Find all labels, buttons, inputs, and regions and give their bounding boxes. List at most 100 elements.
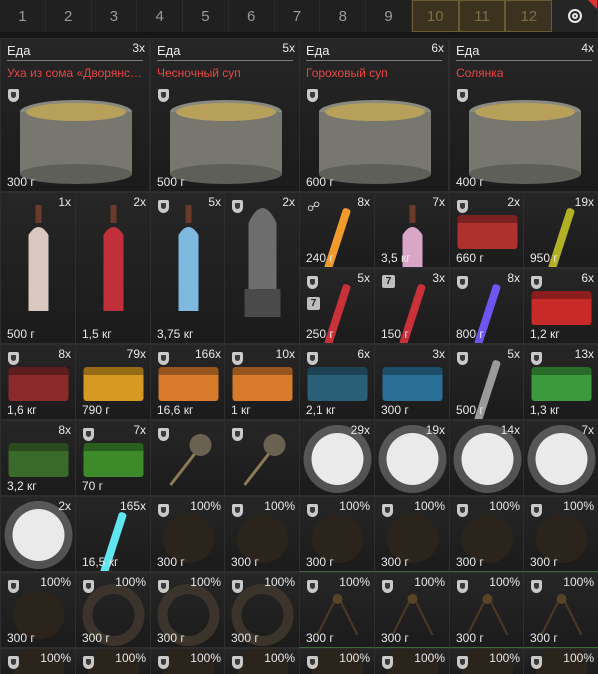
item-weight: 16,5 кг: [82, 555, 119, 569]
inventory-slot[interactable]: 100%: [523, 648, 598, 674]
inventory-slot[interactable]: 165x 16,5 кг: [75, 496, 151, 572]
hotbar-tab-11[interactable]: 11: [458, 0, 506, 32]
inventory-slot[interactable]: 14x: [449, 420, 525, 496]
inventory-slot[interactable]: 100% 300 г: [299, 496, 375, 572]
item-name: Солянка: [456, 66, 504, 80]
item-count: 100%: [414, 651, 445, 665]
shield-icon: [382, 580, 393, 593]
hotbar-tab-6[interactable]: 6: [229, 0, 275, 32]
inventory-slot[interactable]: 5x 3,75 кг: [150, 192, 226, 344]
item-count: 2x: [133, 195, 146, 209]
item-count: 13x: [574, 347, 594, 361]
inventory-slot[interactable]: 8x 800 г: [449, 268, 525, 344]
inventory-slot[interactable]: 100% 300 г: [224, 496, 300, 572]
inventory-slot[interactable]: 100% 300 г: [374, 572, 450, 648]
inventory-slot[interactable]: 8x 1,6 кг: [0, 344, 76, 420]
hotbar-tab-12[interactable]: 12: [505, 0, 553, 32]
hotbar-tabs: 1 2 3 4 5 6 7 8 9 10 11 12: [0, 0, 598, 32]
inventory-slot[interactable]: 1x 500 г: [0, 192, 76, 344]
inventory-slot[interactable]: 7 3x 150 г: [374, 268, 450, 344]
item-count: 79x: [126, 347, 146, 361]
inventory-slot[interactable]: [224, 420, 300, 496]
inventory-slot[interactable]: 100%: [374, 648, 450, 674]
inventory-slot[interactable]: 19x 950 г: [523, 192, 598, 268]
inventory-slot[interactable]: 100% 300 г: [523, 496, 598, 572]
inventory-slot[interactable]: 2x: [0, 496, 76, 572]
hotbar-tab-5[interactable]: 5: [183, 0, 229, 32]
item-count: 100%: [339, 499, 370, 513]
item-weight: 790 г: [82, 403, 110, 417]
hotbar-tab-1[interactable]: 1: [0, 0, 46, 32]
hotbar-tab-9[interactable]: 9: [366, 0, 412, 32]
inventory-slot[interactable]: 100% 300 г: [374, 496, 450, 572]
inventory-slot[interactable]: 100%: [299, 648, 375, 674]
shield-icon: [158, 580, 169, 593]
inventory-slot[interactable]: ☍ 8x 240 г: [299, 192, 375, 268]
inventory-slot[interactable]: 100% 300 г: [75, 572, 151, 648]
inventory-slot[interactable]: 100%: [224, 648, 300, 674]
inventory-slot[interactable]: 10x 1 кг: [224, 344, 300, 420]
item-count: 14x: [500, 423, 520, 437]
item-name: Чесночный суп: [157, 66, 241, 80]
shield-icon: [8, 580, 19, 593]
inventory-slot[interactable]: 8x 3,2 кг: [0, 420, 76, 496]
inventory-slot[interactable]: 2x 1,5 кг: [75, 192, 151, 344]
hotbar-tab-4[interactable]: 4: [137, 0, 184, 32]
inventory-slot[interactable]: 19x: [374, 420, 450, 496]
food-slot[interactable]: Еда 5x Чесночный суп 500 г: [150, 38, 300, 192]
item-count: 100%: [190, 575, 221, 589]
item-count: 100%: [563, 575, 594, 589]
food-slot[interactable]: Еда 3x Уха из сома «Дворянская» 300 г: [0, 38, 150, 192]
inventory-slot[interactable]: 100% 300 г: [150, 572, 226, 648]
item-count: 100%: [115, 651, 146, 665]
hotbar-tab-3[interactable]: 3: [92, 0, 138, 32]
shield-icon: [232, 352, 243, 365]
shield-icon: [382, 504, 393, 517]
inventory-slot[interactable]: 100%: [75, 648, 151, 674]
item-count: 100%: [40, 575, 71, 589]
inventory-slot[interactable]: 2x: [224, 192, 300, 344]
inventory-slot[interactable]: [150, 420, 226, 496]
item-count: 100%: [563, 651, 594, 665]
inventory-slot[interactable]: 7x: [523, 420, 598, 496]
hotbar-tab-2[interactable]: 2: [46, 0, 92, 32]
inventory-slot[interactable]: 166x 16,6 кг: [150, 344, 226, 420]
inventory-slot[interactable]: 100% 300 г: [523, 572, 598, 648]
item-count: 7x: [432, 195, 445, 209]
hotbar-tab-10[interactable]: 10: [411, 0, 459, 32]
inventory-slot[interactable]: 2x 660 г: [449, 192, 525, 268]
inventory-slot[interactable]: 100% 300 г: [449, 572, 525, 648]
inventory-slot[interactable]: 3x 300 г: [374, 344, 450, 420]
inventory-slot[interactable]: 7x 3,5 кг: [374, 192, 450, 268]
hotbar-tab-7[interactable]: 7: [275, 0, 321, 32]
item-weight: 250 г: [306, 327, 334, 341]
inventory-slot[interactable]: 13x 1,3 кг: [523, 344, 598, 420]
inventory-slot[interactable]: 7x 70 г: [75, 420, 151, 496]
inventory-slot[interactable]: 100%: [0, 648, 76, 674]
inventory-slot[interactable]: 100% 300 г: [299, 572, 375, 648]
inventory-slot[interactable]: 5x 500 г: [449, 344, 525, 420]
settings-tab[interactable]: [552, 0, 598, 32]
item-count: 100%: [489, 499, 520, 513]
inventory-slot[interactable]: 100%: [150, 648, 226, 674]
inventory-slot[interactable]: 100% 300 г: [150, 496, 226, 572]
shield-icon: [307, 580, 318, 593]
inventory-slot[interactable]: 100%: [449, 648, 525, 674]
inventory-slot[interactable]: 7 5x 250 г: [299, 268, 375, 344]
item-count: 10x: [275, 347, 295, 361]
inventory-slot[interactable]: 100% 300 г: [449, 496, 525, 572]
item-count: 100%: [414, 499, 445, 513]
food-slot[interactable]: Еда 6x Гороховый суп 600 г: [299, 38, 449, 192]
inventory-slot[interactable]: 100% 300 г: [224, 572, 300, 648]
inventory-slot[interactable]: 6x 2,1 кг: [299, 344, 375, 420]
inventory-slot[interactable]: 100% 300 г: [0, 572, 76, 648]
inventory-slot[interactable]: 6x 1,2 кг: [523, 268, 598, 344]
shield-icon: [531, 504, 542, 517]
category-underline: [456, 60, 592, 61]
item-count: 7x: [133, 423, 146, 437]
inventory-slot[interactable]: 79x 790 г: [75, 344, 151, 420]
food-slot[interactable]: Еда 4x Солянка 400 г: [449, 38, 598, 192]
hotbar-tab-8[interactable]: 8: [320, 0, 367, 32]
inventory-slot[interactable]: 29x: [299, 420, 375, 496]
item-category: Еда: [7, 43, 31, 58]
